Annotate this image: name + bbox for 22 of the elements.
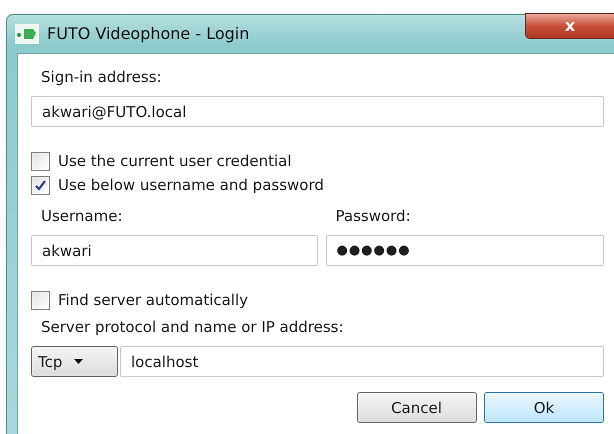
close-button[interactable]: x xyxy=(525,13,614,39)
server-label: Server protocol and name or IP address: xyxy=(40,317,345,338)
server-address-field[interactable]: localhost xyxy=(120,346,604,378)
checkbox[interactable] xyxy=(31,176,50,195)
password-field[interactable]: ●●●●●● xyxy=(326,235,604,266)
checkbox-label[interactable]: Find server automatically xyxy=(58,289,248,312)
ok-button[interactable]: Ok xyxy=(484,392,604,424)
protocol-dropdown[interactable]: Tcp xyxy=(31,346,118,378)
checkbox-label[interactable]: Use the current user credential xyxy=(58,150,292,173)
checkmark-icon xyxy=(34,179,47,192)
username-label: Username: xyxy=(40,206,124,227)
checkbox[interactable] xyxy=(31,152,50,171)
username-field[interactable]: akwari xyxy=(31,235,318,266)
sign-in-label: Sign-in address: xyxy=(40,67,163,88)
caret-icon xyxy=(74,359,84,364)
checkbox-label[interactable]: Use below username and password xyxy=(58,174,324,197)
checkbox[interactable] xyxy=(31,291,50,310)
app-icon xyxy=(15,24,39,44)
password-label: Password: xyxy=(334,206,412,227)
cancel-button[interactable]: Cancel xyxy=(356,392,476,424)
window-title: FUTO Videophone - Login xyxy=(47,23,250,45)
sign-in-address-field[interactable]: akwari@FUTO.local xyxy=(31,96,604,127)
